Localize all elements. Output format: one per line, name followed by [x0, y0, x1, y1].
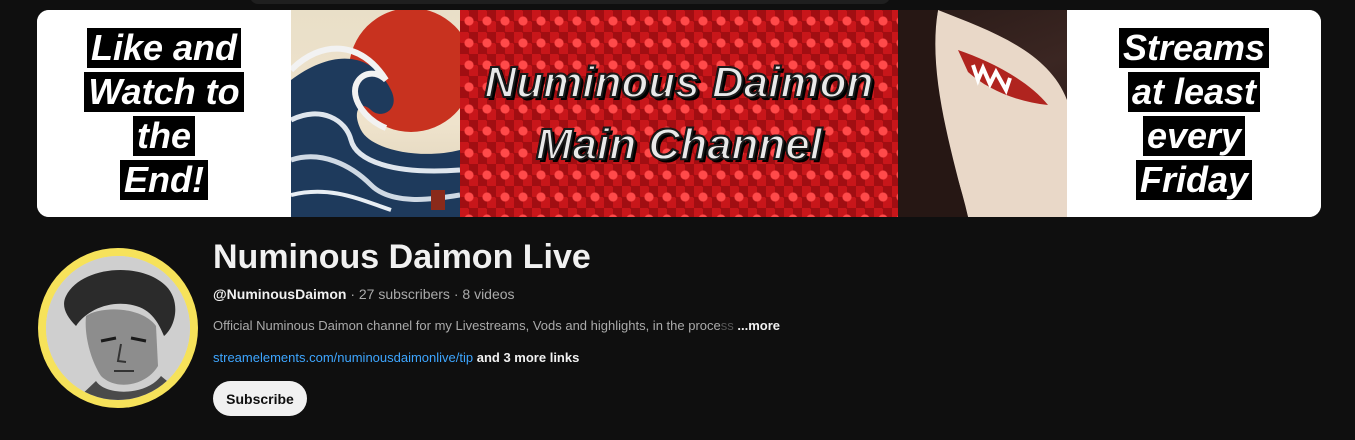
channel-handle: @NuminousDaimon — [213, 286, 347, 302]
vampire-face-image — [898, 10, 1067, 217]
channel-banner: Like and Watch to the End! Numinous Daim… — [37, 10, 1321, 217]
banner-right-line: Streams — [1118, 27, 1270, 68]
banner-left-line: End! — [120, 159, 208, 200]
banner-red-panel: Numinous Daimon Main Channel — [460, 10, 898, 217]
top-search-bar-edge — [250, 0, 890, 4]
banner-title-line: Main Channel — [535, 119, 823, 170]
avatar[interactable] — [46, 256, 190, 400]
great-wave-image — [291, 10, 460, 217]
channel-links: streamelements.com/numinousdaimonlive/ti… — [213, 350, 579, 365]
more-links-button[interactable]: and 3 more links — [473, 350, 580, 365]
subscriber-count: 27 subscribers — [358, 286, 450, 302]
tip-link[interactable]: streamelements.com/numinousdaimonlive/ti… — [213, 350, 473, 365]
meta-separator: · — [346, 286, 359, 302]
channel-meta: @NuminousDaimon · 27 subscribers · 8 vid… — [213, 286, 515, 302]
channel-description[interactable]: Official Numinous Daimon channel for my … — [213, 318, 780, 333]
subscribe-button[interactable]: Subscribe — [213, 381, 307, 416]
description-fade: ss — [720, 318, 734, 333]
banner-right-line: Friday — [1135, 159, 1253, 200]
banner-title-line: Numinous Daimon — [484, 57, 875, 108]
description-text: Official Numinous Daimon channel for my … — [213, 318, 721, 333]
banner-left-line: the — [133, 115, 195, 156]
more-button[interactable]: ...more — [737, 318, 780, 333]
banner-left-line: Like and — [86, 27, 242, 68]
banner-left-line: Watch to — [84, 71, 244, 112]
banner-right-text: Streams at least every Friday — [1067, 10, 1321, 217]
banner-right-line: every — [1142, 115, 1246, 156]
video-count: 8 videos — [462, 286, 515, 302]
banner-left-text: Like and Watch to the End! — [37, 10, 291, 217]
channel-title: Numinous Daimon Live — [213, 238, 591, 276]
banner-right-line: at least — [1127, 71, 1261, 112]
meta-separator: · — [449, 286, 463, 302]
